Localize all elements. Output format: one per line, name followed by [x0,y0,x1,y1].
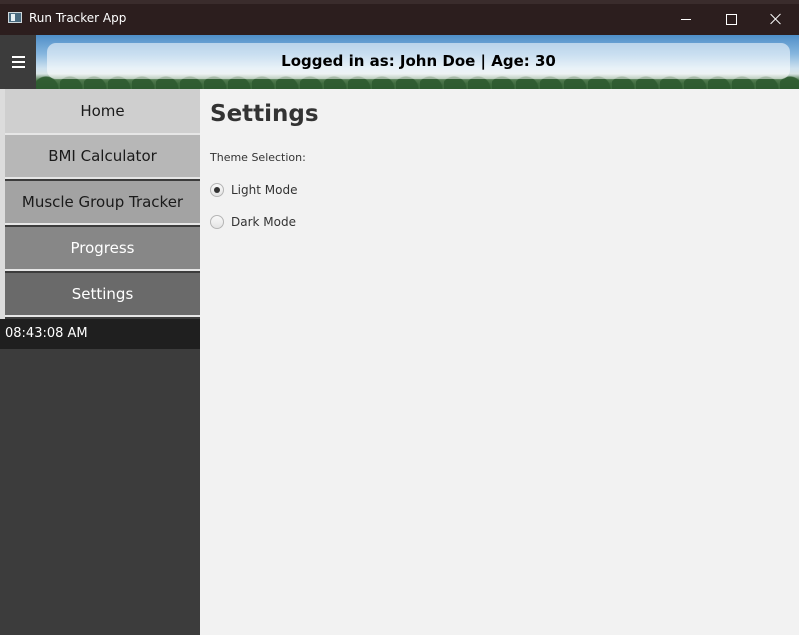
close-button[interactable] [753,4,799,34]
sidebar-item-home[interactable]: Home [5,89,200,135]
minimize-icon [681,18,691,20]
page-title: Settings [210,101,319,127]
settings-panel: Settings Theme Selection: Light Mode Dar… [200,89,799,635]
sidebar-item-bmi-calculator[interactable]: BMI Calculator [5,135,200,179]
app-window-icon [8,12,22,23]
sidebar-item-progress[interactable]: Progress [5,227,200,271]
header-banner: Logged in as: John Doe | Age: 30 [0,35,799,89]
dark-mode-label: Dark Mode [231,215,296,229]
app-window: Run Tracker App Logged in as: John Doe |… [0,0,799,635]
maximize-icon [725,13,737,25]
sidebar-item-muscle-group-tracker[interactable]: Muscle Group Tracker [5,181,200,225]
radio-unselected-icon[interactable] [210,215,224,229]
hamburger-menu-icon [11,56,25,68]
minimize-button[interactable] [663,4,709,34]
light-mode-label: Light Mode [231,183,298,197]
maximize-button[interactable] [708,4,754,34]
sidebar-item-settings[interactable]: Settings [5,273,200,317]
dark-mode-radio[interactable]: Dark Mode [210,213,296,231]
theme-selection-label: Theme Selection: [210,151,306,164]
title-bar[interactable]: Run Tracker App [0,0,799,35]
window-title: Run Tracker App [29,11,127,25]
menu-toggle-button[interactable] [0,35,36,89]
close-icon [770,13,782,25]
radio-dot-icon [214,187,220,193]
radio-selected-icon[interactable] [210,183,224,197]
user-info-banner: Logged in as: John Doe | Age: 30 [47,43,790,79]
clock-display: 08:43:08 AM [0,319,200,349]
light-mode-radio[interactable]: Light Mode [210,181,297,199]
sidebar: Home BMI Calculator Muscle Group Tracker… [0,89,200,635]
